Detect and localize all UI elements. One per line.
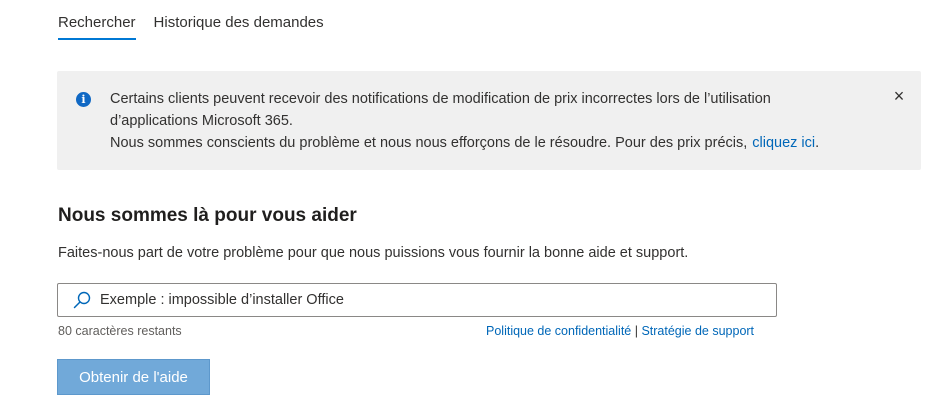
search-icon	[73, 291, 91, 309]
page-heading: Nous sommes là pour vous aider	[58, 205, 357, 226]
privacy-policy-link[interactable]: Politique de confidentialité	[486, 324, 631, 338]
banner-message: Certains clients peuvent recevoir des no…	[110, 88, 870, 154]
get-help-button[interactable]: Obtenir de l'aide	[57, 359, 210, 395]
banner-link-cliquez-ici[interactable]: cliquez ici	[752, 135, 815, 151]
search-box[interactable]	[57, 283, 777, 317]
banner-line-3-text: Nous sommes conscients du problème et no…	[110, 135, 748, 151]
banner-line-2: d’applications Microsoft 365.	[110, 113, 293, 129]
character-counter: 80 caractères restants	[58, 324, 182, 338]
notification-banner: i Certains clients peuvent recevoir des …	[57, 71, 921, 170]
policy-links: Politique de confidentialité | Stratégie…	[486, 324, 754, 338]
help-description: Faites-nous part de votre problème pour …	[58, 245, 689, 261]
support-policy-link[interactable]: Stratégie de support	[641, 324, 754, 338]
search-input[interactable]	[100, 292, 776, 308]
tab-historique-des-demandes[interactable]: Historique des demandes	[154, 0, 324, 40]
banner-link-suffix: .	[815, 135, 820, 151]
close-icon[interactable]: ×	[891, 87, 907, 105]
banner-line-1: Certains clients peuvent recevoir des no…	[110, 91, 771, 107]
banner-line-3: Nous sommes conscients du problème et no…	[110, 132, 870, 154]
info-icon: i	[76, 92, 91, 107]
tab-rechercher[interactable]: Rechercher	[58, 0, 136, 40]
tab-bar: Rechercher Historique des demandes	[58, 0, 342, 40]
links-separator: |	[631, 324, 642, 338]
